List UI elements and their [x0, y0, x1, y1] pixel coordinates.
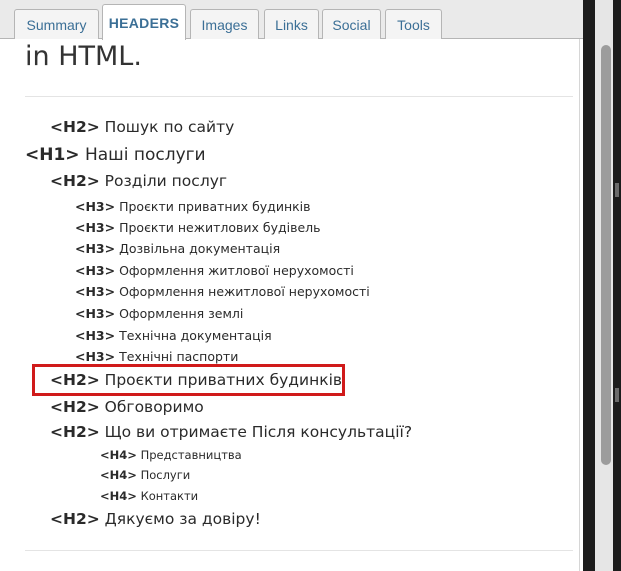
heading-row: <H1> Наші послуги	[25, 145, 206, 165]
tab-tools[interactable]: Tools	[385, 9, 442, 39]
heading-text: Обговоримо	[104, 398, 204, 416]
heading-row: <H3> Оформлення житлової нерухомості	[75, 263, 354, 278]
tab-links[interactable]: Links	[264, 9, 319, 39]
heading-tag: <H4>	[100, 489, 137, 503]
strip-mark	[615, 388, 619, 402]
heading-tag: <H3>	[75, 328, 116, 343]
heading-tag: <H3>	[75, 241, 116, 256]
heading-text: Оформлення землі	[119, 306, 244, 321]
scrollbar-thumb[interactable]	[601, 45, 611, 465]
divider-bottom	[25, 550, 573, 551]
tab-images[interactable]: Images	[190, 9, 259, 39]
heading-tag: <H3>	[75, 263, 116, 278]
heading-row: <H3> Проєкти приватних будинків	[75, 199, 311, 214]
heading-row: <H4> Представництва	[100, 448, 242, 462]
heading-text: Пошук по сайту	[104, 118, 235, 136]
strip-mark	[615, 183, 619, 197]
heading-tag: <H2>	[50, 118, 100, 136]
heading-tag: <H3>	[75, 199, 116, 214]
heading-tag: <H4>	[100, 448, 137, 462]
seo-extension-panel: Summary HEADERS Images Links Social Tool…	[0, 0, 583, 571]
heading-row: <H4> Контакти	[100, 489, 198, 503]
heading-tag: <H3>	[75, 284, 116, 299]
heading-tag: <H2>	[50, 172, 100, 190]
heading-row: <H2> Пошук по сайту	[50, 118, 234, 136]
tab-bar: Summary HEADERS Images Links Social Tool…	[0, 0, 583, 40]
heading-text: Послуги	[140, 468, 191, 482]
heading-text: Технічні паспорти	[119, 349, 239, 364]
heading-tag: <H4>	[100, 468, 137, 482]
heading-tag: <H1>	[25, 145, 80, 165]
heading-row: <H3> Оформлення нежитлової нерухомості	[75, 284, 370, 299]
heading-text: Проєкти нежитлових будівель	[119, 220, 321, 235]
heading-tag: <H3>	[75, 220, 116, 235]
tab-headers[interactable]: HEADERS	[102, 4, 186, 40]
heading-text: Контакти	[140, 489, 199, 503]
heading-text: Оформлення житлової нерухомості	[119, 263, 354, 278]
heading-row: <H2> Обговоримо	[50, 398, 204, 416]
heading-row: <H4> Послуги	[100, 468, 190, 482]
heading-text: Наші послуги	[84, 145, 206, 165]
tab-social[interactable]: Social	[322, 9, 381, 39]
heading-row: <H3> Технічна документація	[75, 328, 272, 343]
heading-text: Проєкти приватних будинків	[119, 199, 311, 214]
heading-row: <H3> Проєкти нежитлових будівель	[75, 220, 321, 235]
heading-row: <H3> Технічні паспорти	[75, 349, 238, 364]
heading-row: <H2> Розділи послуг	[50, 172, 227, 190]
heading-row: <H2> Що ви отримаєте Після консультації?	[50, 423, 412, 441]
heading-text: Технічна документація	[119, 328, 272, 343]
tab-summary[interactable]: Summary	[14, 9, 99, 39]
heading-text: Дякуємо за довіру!	[104, 510, 261, 528]
heading-tag: <H2>	[50, 398, 100, 416]
highlight-box	[32, 364, 345, 396]
heading-tag: <H2>	[50, 510, 100, 528]
heading-tag: <H2>	[50, 423, 100, 441]
heading-row: <H3> Оформлення землі	[75, 306, 243, 321]
heading-row: <H2> Дякуємо за довіру!	[50, 510, 261, 528]
heading-tag: <H3>	[75, 306, 116, 321]
section-title: in HTML.	[25, 41, 142, 72]
heading-text: Представництва	[140, 448, 242, 462]
divider-top	[25, 96, 573, 97]
heading-tag: <H3>	[75, 349, 116, 364]
heading-text: Оформлення нежитлової нерухомості	[119, 284, 370, 299]
heading-text: Що ви отримаєте Після консультації?	[104, 423, 413, 441]
heading-text: Дозвільна документація	[119, 241, 281, 256]
heading-row: <H3> Дозвільна документація	[75, 241, 280, 256]
heading-text: Розділи послуг	[104, 172, 228, 190]
